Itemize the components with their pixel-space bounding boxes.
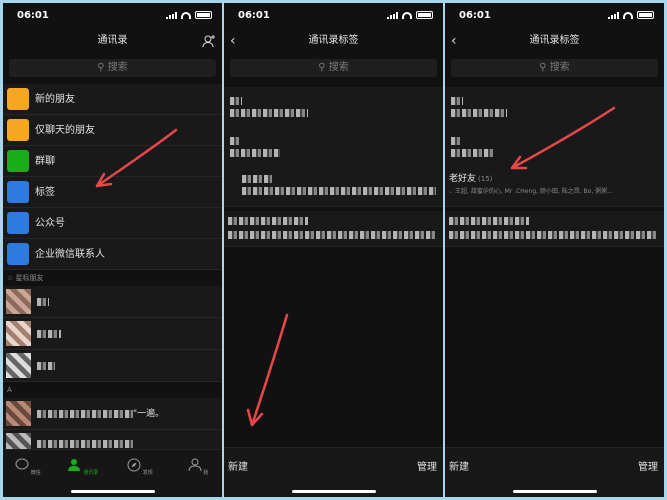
work-contact-icon [7,243,29,265]
menu-work-contacts[interactable]: 企业微信联系人 [3,239,222,270]
avatar [6,401,31,426]
menu-label: 仅聊天的朋友 [35,125,95,136]
signal-icon [387,11,398,19]
nav-bar: ‹ 通讯录标签 [445,27,664,55]
page-title: 通讯录标签 [308,35,359,46]
tab-me[interactable]: 我 [173,458,222,476]
list-item[interactable] [3,318,222,350]
official-account-icon [7,212,29,234]
list-item[interactable] [3,286,222,318]
status-bar: 06:01 [224,3,443,27]
contacts-icon [67,459,80,471]
wifi-icon [623,11,633,19]
list-item[interactable] [3,350,222,382]
tag-item-old-friends[interactable]: 老好友 (15) [449,171,492,184]
tags-screen: 06:01 ‹ 通讯录标签 ⚲ 搜索 新建 管理 [224,3,443,497]
nav-bar: ‹ 通讯录标签 [224,27,443,55]
tags-screen-detail: 06:01 ‹ 通讯录标签 ⚲ 搜索 老好友 (15) 、王超, 甜蜜＠的心, M… [445,3,664,497]
status-time: 06:01 [238,10,270,21]
tab-chats[interactable]: 微信 [3,458,53,476]
me-icon [188,458,202,472]
tag-count: (15) [478,175,493,183]
search-bar[interactable]: ⚲ 搜索 [451,59,658,77]
home-indicator [512,490,597,493]
tag-list-item[interactable] [224,211,443,247]
menu-tags[interactable]: 标签 [3,177,222,208]
add-user-icon[interactable] [202,34,216,48]
manage-button[interactable]: 管理 [417,458,437,473]
home-indicator [291,490,376,493]
search-bar[interactable]: ⚲ 搜索 [9,59,216,77]
avatar [6,289,31,314]
avatar [6,353,31,378]
menu-chat-only-friends[interactable]: 仅聊天的朋友 [3,115,222,146]
search-icon: ⚲ [318,62,326,73]
contact-snippet: "一遍。 [133,409,165,419]
new-tag-button[interactable]: 新建 [228,458,248,473]
page-title: 通讯录 [97,35,128,46]
add-friend-icon [7,88,29,110]
search-placeholder: 搜索 [328,62,349,73]
menu-label: 企业微信联系人 [35,249,105,260]
back-icon[interactable]: ‹ [230,27,236,55]
status-bar: 06:01 [445,3,664,27]
tag-icon [7,181,29,203]
wifi-icon [181,11,191,19]
home-indicator [70,490,155,493]
search-placeholder: 搜索 [107,62,128,73]
avatar [6,433,31,449]
battery-icon [195,11,212,19]
tab-discover[interactable]: 发现 [115,458,165,476]
tag-list: 老好友 (15) 、王超, 甜蜜＠的心, Mr .CHeng, 颜小田, 陆之昂,… [445,87,664,207]
chat-only-icon [7,119,29,141]
search-icon: ⚲ [97,62,105,73]
menu-label: 标签 [35,187,55,198]
back-icon[interactable]: ‹ [451,27,457,55]
tag-members: 、王超, 甜蜜＠的心, Mr .CHeng, 颜小田, 陆之昂, Bo, 粥粥.… [449,188,613,195]
discover-icon [127,458,141,472]
new-tag-button[interactable]: 新建 [449,458,469,473]
search-placeholder: 搜索 [549,62,570,73]
chat-icon [15,458,29,470]
section-header-a: A [7,386,12,394]
avatar [6,321,31,346]
menu-label: 公众号 [35,218,65,229]
contacts-screen: 06:01 通讯录 ⚲ 搜索 新的朋友 仅聊天的朋友 群聊 标签 公众号 企业微… [3,3,222,497]
page-title: 通讯录标签 [529,35,580,46]
tag-list-item[interactable] [445,211,664,247]
tab-contacts[interactable]: 通讯录 [58,458,108,476]
menu-label: 新的朋友 [35,94,75,105]
battery-icon [637,11,654,19]
menu-new-friends[interactable]: 新的朋友 [3,84,222,115]
battery-icon [416,11,433,19]
status-bar: 06:01 [3,3,222,27]
group-chat-icon [7,150,29,172]
status-time: 06:01 [17,10,49,21]
menu-label: 群聊 [35,156,55,167]
wifi-icon [402,11,412,19]
search-bar[interactable]: ⚲ 搜索 [230,59,437,77]
manage-button[interactable]: 管理 [638,458,658,473]
star-icon: ☆ [7,274,14,282]
status-time: 06:01 [459,10,491,21]
nav-bar: 通讯录 [3,27,222,55]
signal-icon [166,11,177,19]
menu-group-chats[interactable]: 群聊 [3,146,222,177]
starred-header: ☆ 星标朋友 [7,274,44,282]
signal-icon [608,11,619,19]
menu-official-accounts[interactable]: 公众号 [3,208,222,239]
list-item[interactable]: "一遍。 [3,398,222,430]
tag-list [224,87,443,207]
search-icon: ⚲ [539,62,547,73]
